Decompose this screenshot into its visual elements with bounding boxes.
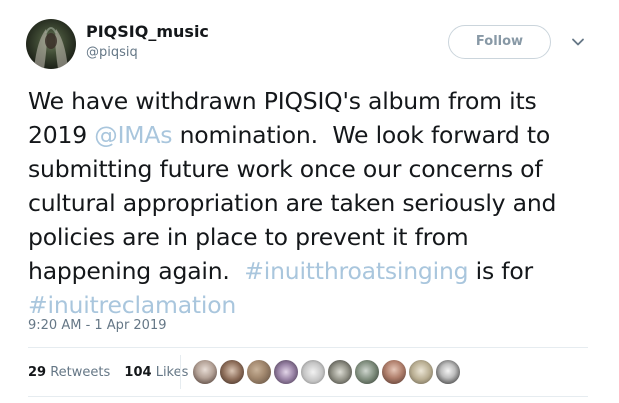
liker-avatar[interactable]	[192, 359, 218, 385]
tweet-line-2: 2019 @IMAs nomination. We look forward t…	[28, 118, 603, 152]
tweet-line-3: submitting future work once our concerns…	[28, 155, 543, 183]
tweet-line-6: happening again. #inuitthroatsinging is …	[28, 254, 603, 288]
tweet-text-fragment: happening again.	[28, 257, 245, 285]
divider	[28, 347, 588, 348]
tweet-line-4: cultural appropriation are taken serious…	[28, 189, 557, 217]
likes-label: Likes	[155, 365, 189, 380]
liker-avatar[interactable]	[219, 359, 245, 385]
liker-avatar[interactable]	[381, 359, 407, 385]
likes-count: 104	[124, 365, 152, 380]
tweet-stats: 29 Retweets 104 Likes	[28, 364, 198, 382]
chevron-down-icon[interactable]	[570, 34, 586, 50]
display-name[interactable]: PIQSIQ_music	[86, 22, 209, 42]
divider	[28, 396, 588, 397]
tweet-text: We have withdrawn PIQSIQ's album from it…	[28, 84, 603, 322]
stats-separator	[180, 355, 181, 389]
liker-avatar[interactable]	[300, 359, 326, 385]
liker-avatar[interactable]	[327, 359, 353, 385]
tweet-text-fragment: is for	[468, 257, 534, 285]
likes-stat[interactable]: 104 Likes	[124, 365, 188, 380]
avatar-image	[34, 27, 68, 69]
hashtag-link-inuitreclamation[interactable]: #inuitreclamation	[28, 291, 236, 319]
retweets-stat[interactable]: 29 Retweets	[28, 365, 110, 380]
mention-link-imas[interactable]: @IMAs	[94, 121, 172, 149]
liker-avatar[interactable]	[408, 359, 434, 385]
hashtag-link-inuitthroatsinging[interactable]: #inuitthroatsinging	[244, 257, 468, 285]
tweet-line-5: policies are in place to prevent it from	[28, 223, 469, 251]
liker-avatar[interactable]	[246, 359, 272, 385]
retweets-label: Retweets	[50, 365, 111, 380]
tweet-line-7: #inuitreclamation	[28, 288, 603, 322]
liker-avatar[interactable]	[273, 359, 299, 385]
user-handle[interactable]: @piqsiq	[86, 45, 138, 61]
tweet-text-fragment: nomination. We look forward to	[172, 121, 551, 149]
liker-avatar[interactable]	[354, 359, 380, 385]
follow-button[interactable]: Follow	[448, 25, 551, 59]
tweet-timestamp[interactable]: 9:20 AM - 1 Apr 2019	[28, 318, 167, 334]
tweet-text-fragment: 2019	[28, 121, 95, 149]
liker-avatar[interactable]	[435, 359, 461, 385]
avatar[interactable]	[26, 19, 76, 69]
retweets-count: 29	[28, 365, 47, 380]
tweet-line-1: We have withdrawn PIQSIQ's album from it…	[28, 87, 537, 115]
